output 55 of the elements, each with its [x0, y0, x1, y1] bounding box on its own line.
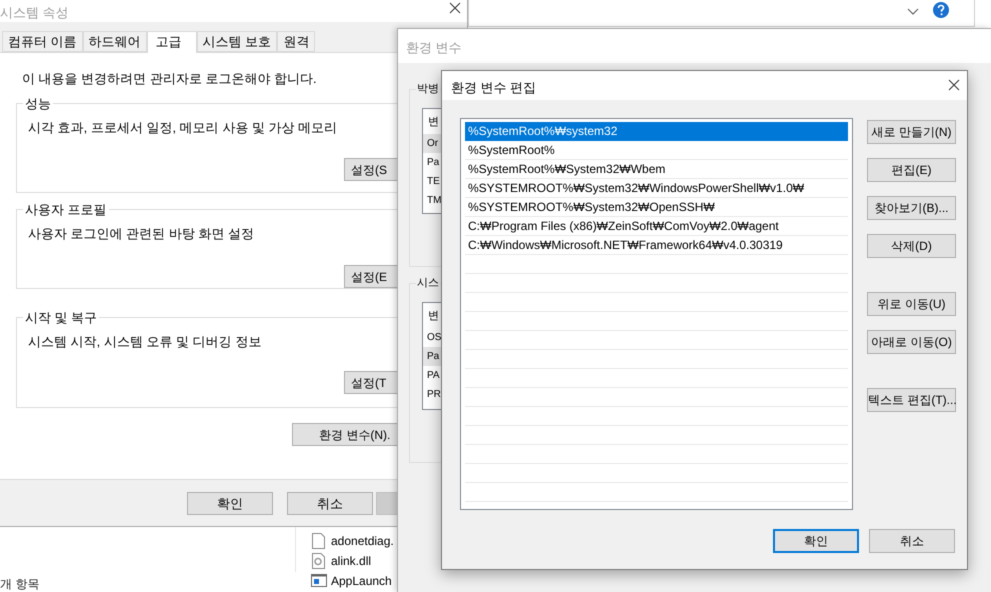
group-description: 시각 효과, 프로세서 일정, 메모리 사용 및 가상 메모리 — [28, 119, 338, 137]
file-name[interactable]: AppLaunch — [331, 574, 392, 588]
variable-row[interactable]: PA — [423, 366, 443, 385]
action-button[interactable]: 텍스트 편집(T)... — [867, 388, 956, 412]
group-title: 박병 — [416, 82, 440, 96]
dialog-button[interactable]: 취소 — [287, 492, 373, 515]
dialog-button[interactable]: 취소 — [869, 529, 955, 553]
group-title: 시스 — [416, 276, 440, 290]
tab[interactable]: 하드웨어 — [82, 31, 147, 52]
tab[interactable]: 고급 — [146, 31, 197, 53]
variable-row[interactable]: Pa — [423, 347, 443, 366]
action-button[interactable]: 새로 만들기(N) — [867, 120, 956, 144]
action-button[interactable]: 위로 이동(U) — [867, 292, 956, 316]
variable-row[interactable]: OS — [423, 328, 443, 347]
file-name[interactable]: alink.dll — [331, 554, 372, 568]
dialog-title: 환경 변수 편집 — [451, 79, 536, 97]
path-entry[interactable]: %SystemRoot%₩System32₩Wbem — [465, 160, 848, 179]
file-icon — [311, 532, 327, 550]
window-title: 환경 변수 — [406, 39, 462, 57]
path-entry[interactable]: %SYSTEMROOT%₩System32₩WindowsPowerShell₩v1.0₩ — [465, 179, 848, 198]
group-description: 시스템 시작, 시스템 오류 및 디버깅 정보 — [28, 333, 262, 351]
group-description: 사용자 로그인에 관련된 바탕 화면 설정 — [28, 225, 254, 243]
path-entry[interactable]: %SystemRoot% — [465, 141, 848, 160]
settings-button[interactable]: 설정(E — [344, 265, 398, 288]
dialog-button[interactable]: 확인 — [773, 529, 859, 553]
chevron-down-icon — [907, 8, 919, 16]
settings-button[interactable]: 설정(T — [344, 371, 398, 394]
help-icon[interactable] — [933, 2, 949, 18]
notice-text: 이 내용을 변경하려면 관리자로 로그온해야 합니다. — [22, 70, 317, 88]
close-icon[interactable] — [948, 79, 960, 91]
column-header: 변 — [427, 309, 440, 324]
path-entry[interactable]: C:₩Windows₩Microsoft.NET₩Framework64₩v4.0.30319 — [465, 236, 848, 255]
file-name[interactable]: adonetdiag. — [331, 534, 394, 548]
column-header: 변 — [427, 115, 440, 130]
action-button[interactable]: 찾아보기(B)... — [867, 196, 956, 220]
status-text: 개 항목 — [0, 577, 40, 591]
tab[interactable]: 시스템 보호 — [196, 31, 278, 52]
action-button[interactable]: 아래로 이동(O) — [867, 330, 956, 354]
path-entry[interactable]: C:₩Program Files (x86)₩ZeinSoft₩ComVoy₩2.0₩agent — [465, 217, 848, 236]
tab[interactable]: 컴퓨터 이름 — [2, 31, 83, 52]
action-button[interactable]: 편집(E) — [867, 158, 956, 182]
variable-row[interactable]: PR — [423, 385, 443, 404]
environment-variables-button[interactable]: 환경 변수(N). — [292, 423, 398, 446]
window-title: 시스템 속성 — [0, 4, 69, 22]
action-button[interactable]: 삭제(D) — [867, 234, 956, 258]
tab[interactable]: 원격 — [277, 31, 316, 52]
variable-row[interactable]: Or — [423, 134, 443, 153]
path-entry[interactable]: %SYSTEMROOT%₩System32₩OpenSSH₩ — [465, 198, 848, 217]
path-entry[interactable]: %SystemRoot%₩system32 — [465, 122, 848, 141]
dialog-button[interactable]: 확인 — [187, 492, 273, 515]
variable-row[interactable]: TM — [423, 191, 443, 210]
variable-row[interactable]: TE — [423, 172, 443, 191]
variable-row[interactable]: Pa — [423, 153, 443, 172]
settings-button[interactable]: 설정(S — [344, 158, 398, 181]
close-icon[interactable] — [449, 2, 461, 14]
